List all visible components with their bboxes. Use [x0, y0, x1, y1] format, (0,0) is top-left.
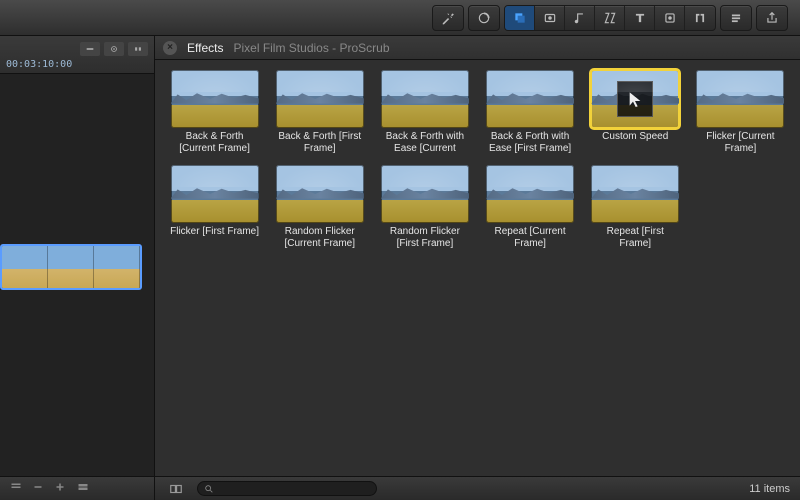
inspector-group [720, 5, 752, 31]
effect-item[interactable]: Flicker [First Frame] [169, 165, 260, 250]
effects-breadcrumb: Pixel Film Studios - ProScrub [233, 41, 389, 55]
effect-item[interactable]: Repeat [First Frame] [590, 165, 681, 250]
music-browser-button[interactable] [565, 6, 595, 30]
search-icon [204, 484, 214, 494]
effects-browser-button[interactable] [505, 6, 535, 30]
timeline-header: 00:03:10:00 [0, 36, 154, 74]
effect-thumbnail[interactable] [381, 70, 469, 128]
timeline-clip[interactable] [0, 244, 142, 290]
effect-label: Back & Forth [First Frame] [274, 131, 365, 155]
clip-appearance-button[interactable] [76, 481, 90, 496]
effects-item-count: 11 items [749, 483, 790, 495]
inspector-button[interactable] [721, 6, 751, 30]
effect-item[interactable]: Back & Forth with Ease [Current [379, 70, 470, 155]
effect-label: Repeat [Current Frame] [484, 226, 575, 250]
browsers-group [504, 5, 716, 31]
solo-toggle[interactable] [128, 42, 148, 56]
zoom-out-button[interactable] [32, 481, 44, 496]
photos-browser-button[interactable] [535, 6, 565, 30]
effect-label: Custom Speed [602, 131, 668, 155]
timeline-index-button[interactable] [10, 481, 22, 496]
effect-thumbnail[interactable] [276, 165, 364, 223]
effect-label: Back & Forth [Current Frame] [169, 131, 260, 155]
effect-label: Back & Forth with Ease [Current [379, 131, 470, 155]
retime-group [468, 5, 500, 31]
audio-skimming-toggle[interactable] [104, 42, 124, 56]
effect-item[interactable]: Random Flicker [First Frame] [379, 165, 470, 250]
effect-thumbnail[interactable] [276, 70, 364, 128]
retime-button[interactable] [469, 6, 499, 30]
themes-browser-button[interactable] [685, 6, 715, 30]
effect-item[interactable]: Back & Forth with Ease [First Frame] [484, 70, 575, 155]
timeline-panel: 00:03:10:00 [0, 36, 155, 500]
effect-thumbnail[interactable] [381, 165, 469, 223]
effects-search-input[interactable] [214, 483, 370, 494]
effects-browser: × Effects Pixel Film Studios - ProScrub … [155, 36, 800, 500]
skimming-toggle[interactable] [80, 42, 100, 56]
filmstrip-size-button[interactable] [165, 481, 187, 497]
effect-thumbnail[interactable] [171, 165, 259, 223]
generators-browser-button[interactable] [655, 6, 685, 30]
top-toolbar [0, 0, 800, 36]
effects-tab-label[interactable]: Effects [187, 41, 223, 55]
effect-label: Random Flicker [First Frame] [379, 226, 470, 250]
effects-footer: 11 items [155, 476, 800, 500]
effects-search[interactable] [197, 481, 377, 496]
effect-label: Flicker [Current Frame] [695, 131, 786, 155]
effect-thumbnail[interactable] [591, 165, 679, 223]
transitions-browser-button[interactable] [595, 6, 625, 30]
timeline-body[interactable] [0, 74, 154, 476]
timecode-display: 00:03:10:00 [6, 59, 72, 70]
effect-item[interactable]: Back & Forth [First Frame] [274, 70, 365, 155]
effect-thumbnail[interactable] [591, 70, 679, 128]
cursor-overlay-icon [617, 81, 653, 117]
magic-wand-button[interactable] [433, 6, 463, 30]
effect-item[interactable]: Back & Forth [Current Frame] [169, 70, 260, 155]
effect-item[interactable]: Repeat [Current Frame] [484, 165, 575, 250]
titles-browser-button[interactable] [625, 6, 655, 30]
timeline-bottom-bar [0, 476, 154, 500]
effect-thumbnail[interactable] [171, 70, 259, 128]
effects-grid: Back & Forth [Current Frame] Back & Forth… [155, 60, 800, 476]
effect-item[interactable]: Custom Speed [590, 70, 681, 155]
effects-header: × Effects Pixel Film Studios - ProScrub [155, 36, 800, 60]
close-browser-button[interactable]: × [163, 41, 177, 55]
enhancements-group [432, 5, 464, 31]
effect-item[interactable]: Random Flicker [Current Frame] [274, 165, 365, 250]
effect-thumbnail[interactable] [486, 70, 574, 128]
zoom-in-button[interactable] [54, 481, 66, 496]
effect-label: Random Flicker [Current Frame] [274, 226, 365, 250]
effect-item[interactable]: Flicker [Current Frame] [695, 70, 786, 155]
effect-label: Repeat [First Frame] [590, 226, 681, 250]
effect-thumbnail[interactable] [696, 70, 784, 128]
effect-label: Flicker [First Frame] [170, 226, 259, 250]
effect-label: Back & Forth with Ease [First Frame] [484, 131, 575, 155]
share-group [756, 5, 788, 31]
effect-thumbnail[interactable] [486, 165, 574, 223]
share-button[interactable] [757, 6, 787, 30]
